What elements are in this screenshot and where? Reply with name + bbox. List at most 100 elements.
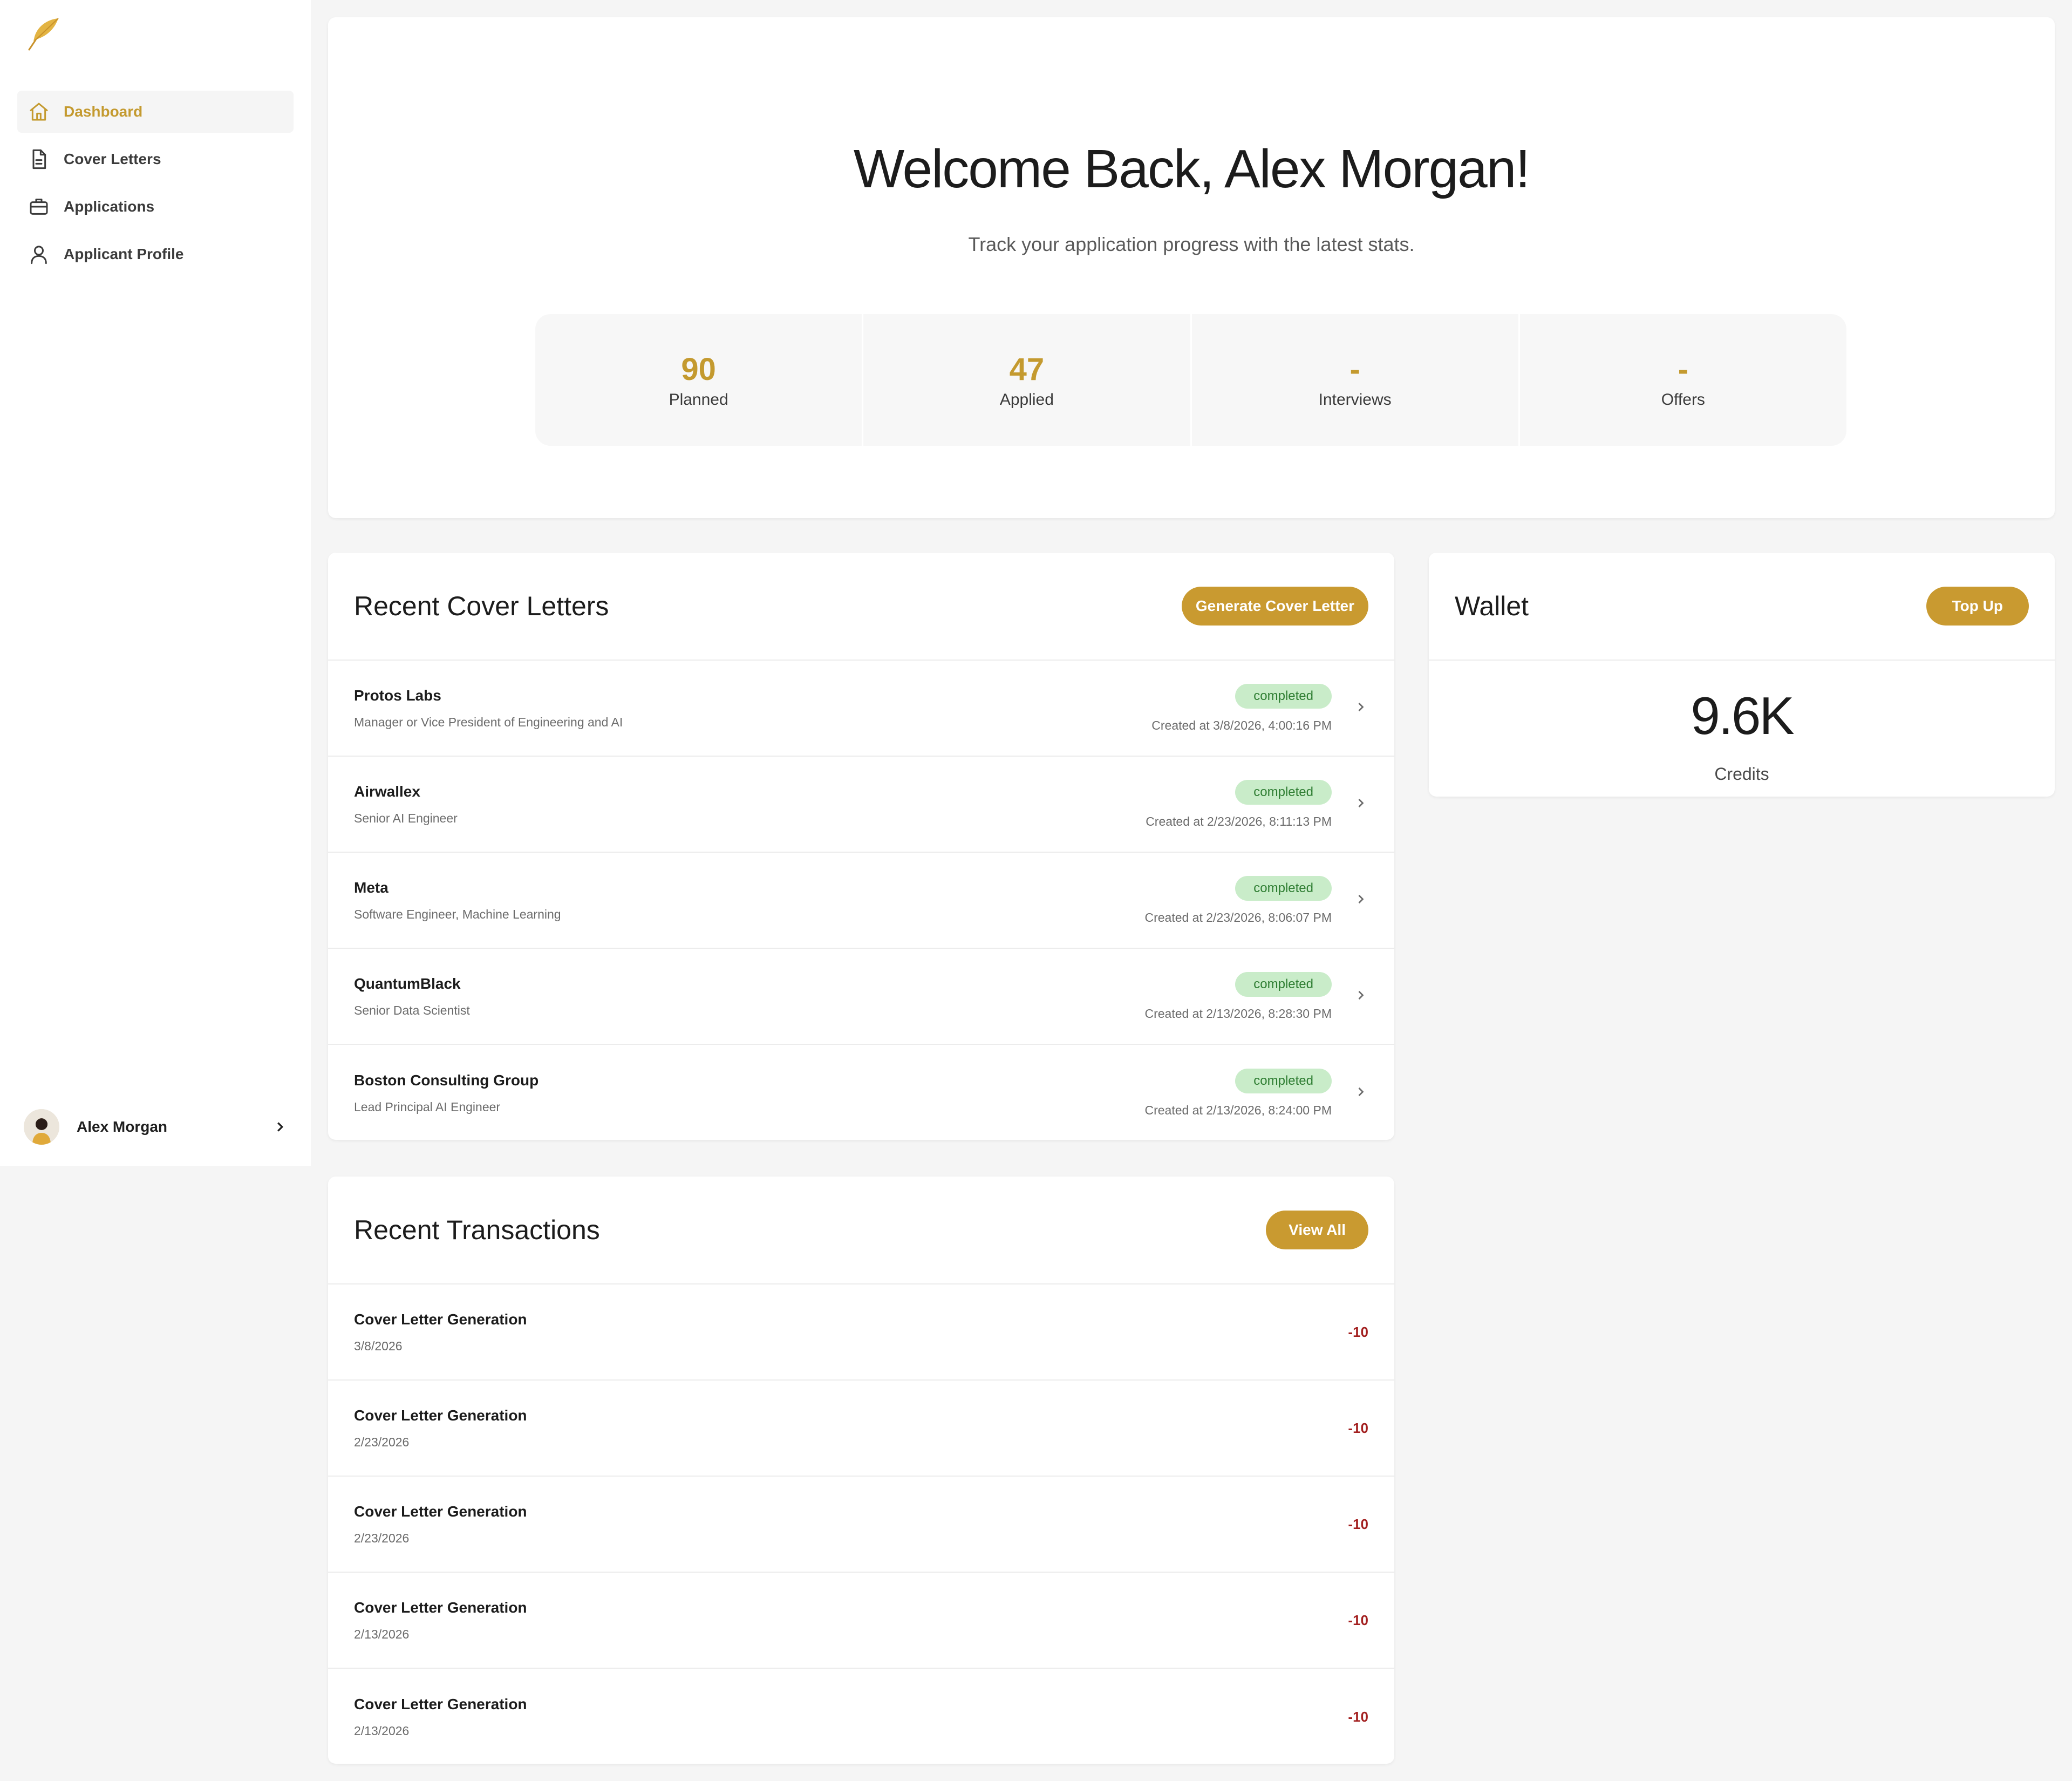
job-title: Senior AI Engineer [354, 811, 458, 825]
stat-value: 47 [1009, 352, 1045, 387]
transaction-title: Cover Letter Generation [354, 1503, 527, 1520]
job-title: Manager or Vice President of Engineering… [354, 715, 623, 729]
row-main: Cover Letter Generation 2/23/2026 [354, 1407, 1348, 1450]
sidebar-item-label: Applicant Profile [64, 246, 184, 262]
sidebar-item-dashboard[interactable]: Dashboard [17, 91, 294, 133]
stat-label: Offers [1661, 391, 1705, 409]
feather-logo-icon[interactable] [26, 16, 62, 52]
company-name: Meta [354, 879, 388, 896]
transaction-date: 2/23/2026 [354, 1435, 410, 1449]
row-main: Protos Labs Manager or Vice President of… [354, 687, 1151, 730]
transaction-row: Cover Letter Generation 2/23/2026 -10 [328, 1477, 1394, 1573]
stat-value: - [1678, 352, 1689, 387]
stat-applied: 47 Applied [863, 314, 1192, 446]
stat-interviews: - Interviews [1192, 314, 1520, 446]
page-title: Welcome Back, Alex Morgan! [853, 139, 1530, 199]
sidebar-item-label: Dashboard [64, 103, 143, 120]
stat-label: Planned [669, 391, 728, 409]
wallet-card: Wallet Top Up 9.6K Credits [1429, 553, 2055, 797]
sidebar-item-applications[interactable]: Applications [17, 186, 294, 228]
card-header: Recent Cover Letters Generate Cover Lett… [328, 553, 1394, 661]
transaction-amount: -10 [1348, 1419, 1368, 1436]
stat-offers: - Offers [1520, 314, 1846, 446]
row-main: Cover Letter Generation 2/13/2026 [354, 1599, 1348, 1642]
view-all-button[interactable]: View All [1266, 1211, 1368, 1249]
home-icon [27, 100, 51, 124]
job-title: Lead Principal AI Engineer [354, 1099, 501, 1114]
chevron-right-icon [1353, 892, 1368, 909]
user-name: Alex Morgan [77, 1118, 168, 1135]
sidebar-item-label: Cover Letters [64, 151, 161, 167]
card-title: Wallet [1455, 591, 1529, 621]
transaction-date: 2/13/2026 [354, 1723, 410, 1738]
job-title: Software Engineer, Machine Learning [354, 907, 561, 921]
row-main: Airwallex Senior AI Engineer [354, 783, 1146, 826]
transaction-date: 3/8/2026 [354, 1338, 403, 1353]
transaction-amount: -10 [1348, 1515, 1368, 1532]
cover-letter-row[interactable]: Meta Software Engineer, Machine Learning… [328, 853, 1394, 949]
transaction-title: Cover Letter Generation [354, 1599, 527, 1616]
user-menu[interactable]: Alex Morgan [24, 1106, 288, 1147]
company-name: Boston Consulting Group [354, 1071, 539, 1089]
document-icon [27, 147, 51, 171]
page-subtitle: Track your application progress with the… [968, 233, 1415, 255]
cover-letter-row[interactable]: Boston Consulting Group Lead Principal A… [328, 1045, 1394, 1140]
row-main: Meta Software Engineer, Machine Learning [354, 879, 1144, 922]
sidebar-nav: Dashboard Cover Letters Applications App… [17, 91, 294, 281]
sidebar-item-label: Applications [64, 198, 155, 215]
row-main: Boston Consulting Group Lead Principal A… [354, 1072, 1144, 1114]
sidebar: Dashboard Cover Letters Applications App… [0, 0, 311, 1166]
row-meta: completed Created at 2/23/2026, 8:06:07 … [1144, 875, 1332, 925]
transaction-date: 2/23/2026 [354, 1531, 410, 1545]
recent-transactions-card: Recent Transactions View All Cover Lette… [328, 1177, 1394, 1764]
welcome-card: Welcome Back, Alex Morgan! Track your ap… [328, 17, 2055, 518]
transaction-amount: -10 [1348, 1323, 1368, 1340]
generate-cover-letter-button[interactable]: Generate Cover Letter [1181, 587, 1368, 626]
card-title: Recent Cover Letters [354, 591, 609, 621]
status-badge: completed [1235, 875, 1332, 901]
stats-panel: 90 Planned 47 Applied - Interviews - Off… [535, 314, 1846, 446]
row-meta: completed Created at 2/13/2026, 8:28:30 … [1144, 971, 1332, 1021]
wallet-balance-label: Credits [1714, 764, 1769, 784]
status-badge: completed [1235, 971, 1332, 997]
chevron-right-icon [1353, 1084, 1368, 1102]
stat-planned: 90 Planned [535, 314, 864, 446]
created-date: Created at 3/8/2026, 4:00:16 PM [1151, 718, 1332, 732]
row-meta: completed Created at 2/23/2026, 8:11:13 … [1146, 779, 1332, 829]
created-date: Created at 2/23/2026, 8:06:07 PM [1144, 910, 1332, 925]
top-up-button[interactable]: Top Up [1926, 587, 2029, 626]
company-name: Protos Labs [354, 686, 441, 704]
transaction-amount: -10 [1348, 1708, 1368, 1725]
stat-label: Applied [999, 391, 1054, 409]
chevron-right-icon [1353, 699, 1368, 717]
chevron-right-icon [272, 1119, 288, 1135]
transaction-row: Cover Letter Generation 3/8/2026 -10 [328, 1284, 1394, 1381]
transaction-date: 2/13/2026 [354, 1627, 410, 1641]
company-name: QuantumBlack [354, 975, 461, 992]
cover-letter-row[interactable]: Protos Labs Manager or Vice President of… [328, 661, 1394, 757]
chevron-right-icon [1353, 988, 1368, 1005]
sidebar-item-cover-letters[interactable]: Cover Letters [17, 138, 294, 180]
wallet-balance: 9.6K [1691, 686, 1795, 745]
transaction-title: Cover Letter Generation [354, 1310, 527, 1328]
row-meta: completed Created at 2/13/2026, 8:24:00 … [1144, 1068, 1332, 1118]
status-badge: completed [1235, 1068, 1332, 1093]
stat-label: Interviews [1318, 391, 1392, 409]
row-meta: completed Created at 3/8/2026, 4:00:16 P… [1151, 683, 1332, 733]
card-title: Recent Transactions [354, 1215, 600, 1245]
transaction-row: Cover Letter Generation 2/13/2026 -10 [328, 1669, 1394, 1764]
recent-cover-letters-card: Recent Cover Letters Generate Cover Lett… [328, 553, 1394, 1140]
briefcase-icon [27, 195, 51, 219]
user-icon [27, 242, 51, 266]
chevron-right-icon [1353, 796, 1368, 813]
company-name: Airwallex [354, 783, 420, 800]
cover-letter-row[interactable]: QuantumBlack Senior Data Scientist compl… [328, 949, 1394, 1045]
cover-letter-row[interactable]: Airwallex Senior AI Engineer completed C… [328, 757, 1394, 853]
sidebar-item-applicant-profile[interactable]: Applicant Profile [17, 233, 294, 275]
created-date: Created at 2/23/2026, 8:11:13 PM [1146, 814, 1332, 828]
row-main: QuantumBlack Senior Data Scientist [354, 975, 1144, 1018]
created-date: Created at 2/13/2026, 8:24:00 PM [1144, 1103, 1332, 1117]
transaction-row: Cover Letter Generation 2/23/2026 -10 [328, 1381, 1394, 1477]
card-header: Wallet Top Up [1429, 553, 2055, 661]
transaction-title: Cover Letter Generation [354, 1695, 527, 1712]
